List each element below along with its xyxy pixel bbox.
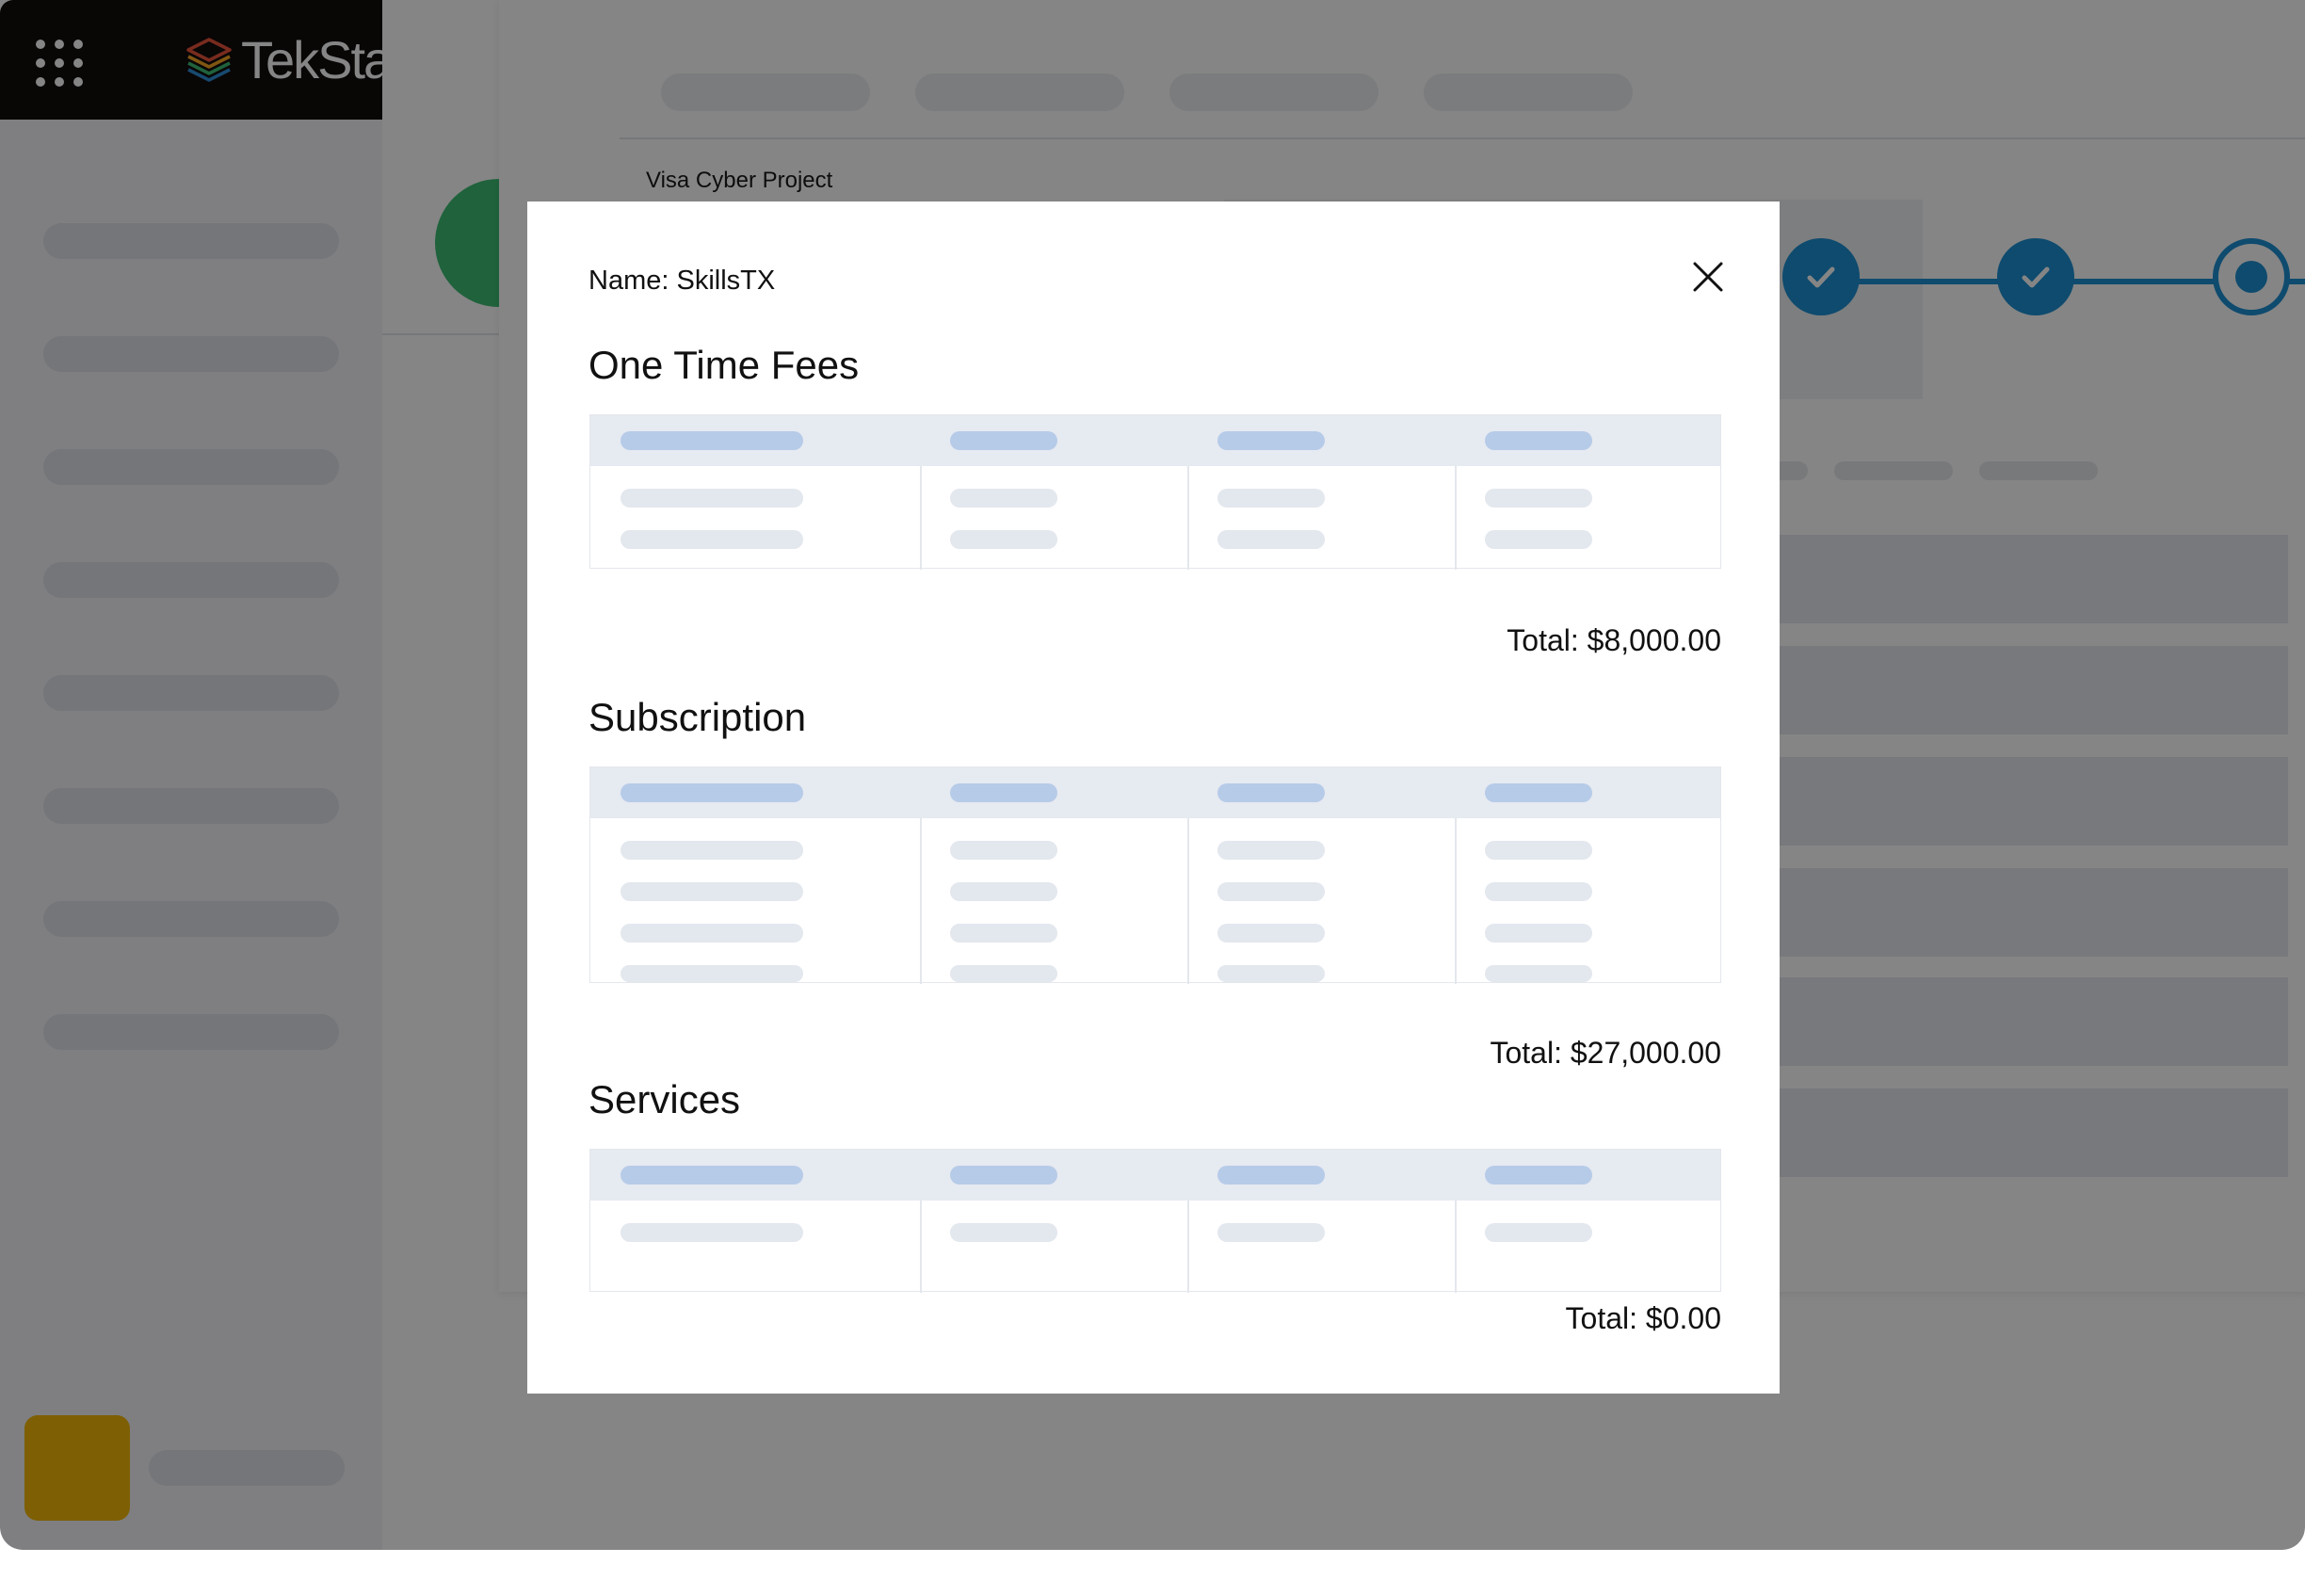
section-title-one-time-fees: One Time Fees <box>588 343 860 387</box>
table-cell <box>621 882 803 901</box>
column-divider <box>1187 818 1189 984</box>
column-divider <box>920 818 922 984</box>
column-header <box>950 431 1057 450</box>
column-header <box>1217 1166 1325 1185</box>
table-cell <box>1485 965 1592 982</box>
column-divider <box>1455 818 1457 984</box>
column-divider <box>1455 466 1457 570</box>
table-cell <box>1485 924 1592 943</box>
table-cell <box>1485 530 1592 549</box>
table-cell <box>621 924 803 943</box>
subscription-table <box>589 766 1721 984</box>
column-header <box>1485 783 1592 802</box>
column-header <box>950 783 1057 802</box>
table-cell <box>1217 882 1325 901</box>
column-header <box>1485 431 1592 450</box>
column-header <box>621 783 803 802</box>
one-time-fees-total: Total: $8,000.00 <box>1507 623 1721 657</box>
services-total: Total: $0.00 <box>1565 1301 1721 1335</box>
section-title-services: Services <box>588 1077 741 1121</box>
table-cell <box>1217 841 1325 860</box>
table-cell <box>1485 882 1592 901</box>
modal-name: Name: SkillsTX <box>588 266 776 296</box>
one-time-fees-table <box>589 414 1721 570</box>
table-header <box>590 767 1720 818</box>
table-cell <box>1217 1223 1325 1242</box>
table-cell <box>950 530 1057 549</box>
column-divider <box>1455 1201 1457 1293</box>
table-cell <box>1217 924 1325 943</box>
table-cell <box>621 489 803 508</box>
table-cell <box>621 530 803 549</box>
table-header <box>590 1150 1720 1201</box>
column-divider <box>920 466 922 570</box>
column-header <box>950 1166 1057 1185</box>
table-cell <box>1217 489 1325 508</box>
section-title-subscription: Subscription <box>588 695 807 739</box>
table-cell <box>621 965 803 982</box>
table-cell <box>950 965 1057 982</box>
table-cell <box>950 882 1057 901</box>
column-header <box>1485 1166 1592 1185</box>
table-cell <box>1217 530 1325 549</box>
pricing-modal: Name: SkillsTX One Time Fees Total: $8,0… <box>527 202 1780 1394</box>
column-header <box>621 1166 803 1185</box>
column-divider <box>920 1201 922 1293</box>
column-header <box>1217 431 1325 450</box>
column-header <box>621 431 803 450</box>
table-cell <box>1217 965 1325 982</box>
subscription-total: Total: $27,000.00 <box>1490 1036 1721 1070</box>
table-cell <box>950 924 1057 943</box>
table-cell <box>1485 1223 1592 1242</box>
table-cell <box>950 489 1057 508</box>
table-cell <box>621 1223 803 1242</box>
close-icon <box>1693 262 1723 292</box>
table-header <box>590 415 1720 466</box>
table-cell <box>950 841 1057 860</box>
table-cell <box>1485 489 1592 508</box>
services-table <box>589 1149 1721 1293</box>
table-cell <box>1485 841 1592 860</box>
column-divider <box>1187 1201 1189 1293</box>
table-cell <box>950 1223 1057 1242</box>
column-divider <box>1187 466 1189 570</box>
close-button[interactable] <box>1685 254 1731 299</box>
table-cell <box>621 841 803 860</box>
column-header <box>1217 783 1325 802</box>
